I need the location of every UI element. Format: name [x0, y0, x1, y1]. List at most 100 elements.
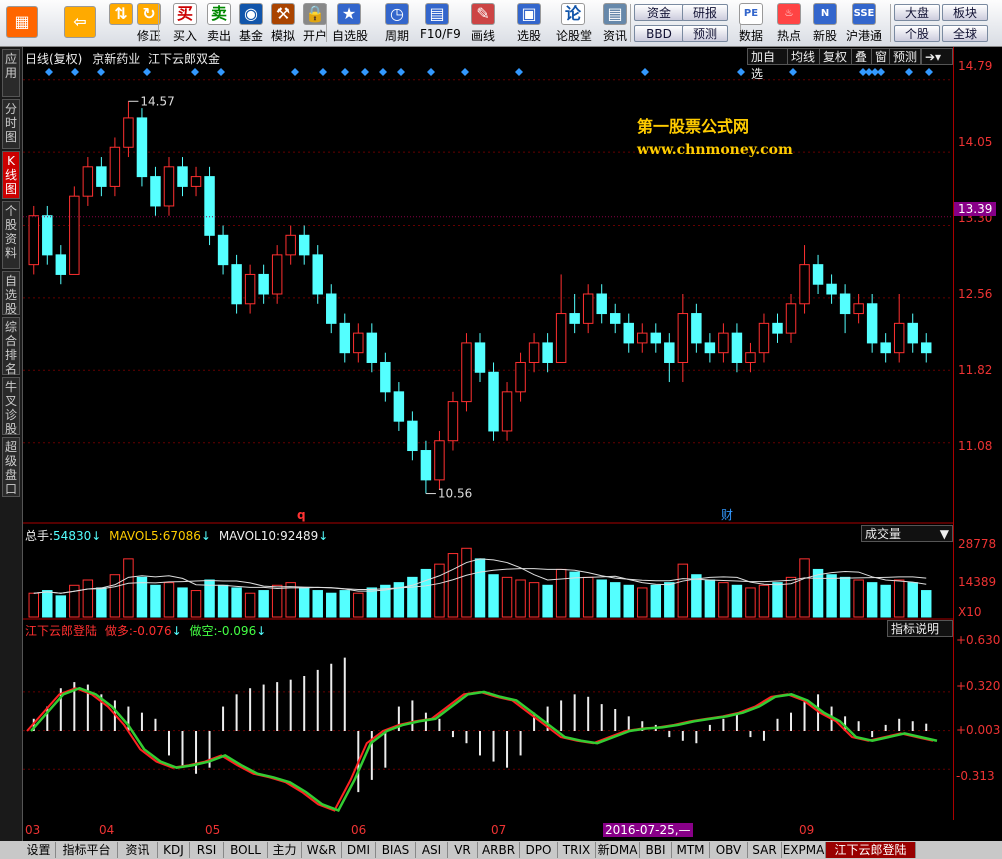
candle-body [339, 322, 351, 354]
toolbar-market-button-2[interactable]: 个股 [894, 25, 940, 42]
candle-body [434, 440, 445, 481]
toolbar-button-11[interactable]: ▤ F10/F9 [420, 2, 461, 44]
indicator-tab-18[interactable]: OBV [710, 842, 748, 858]
indicator-tab-12[interactable]: ARBR [478, 842, 520, 858]
candle-body [447, 401, 459, 442]
chart-top-button-1[interactable]: 均线 [787, 48, 821, 65]
indicator-tab-6[interactable]: 主力 [268, 842, 302, 858]
volume-bar [772, 582, 783, 618]
volume-bar [704, 579, 716, 618]
candle-body [866, 303, 878, 344]
toolbar-button-6[interactable]: ◉ 基金 [234, 2, 268, 44]
toolbar-button-1[interactable]: ⇦ [62, 2, 98, 44]
indicator-tab-3[interactable]: KDJ [158, 842, 190, 858]
up-down-arrow-icon: ⇅ [109, 3, 133, 25]
left-tab-2[interactable]: K线图 [2, 151, 20, 199]
chart-top-button-4[interactable]: 窗 [871, 48, 891, 65]
chart-top-button-0[interactable]: 加自选 [747, 48, 789, 81]
toolbar-button-10[interactable]: ◷ 周期 [380, 2, 414, 44]
indicator-tab-4[interactable]: RSI [190, 842, 224, 858]
indicator-tab-15[interactable]: 新DMA [596, 842, 640, 858]
indicator-tab-20[interactable]: EXPMA [782, 842, 826, 858]
toolbar-button-13[interactable]: ▣ 选股 [512, 2, 546, 44]
volume-bar [407, 576, 418, 618]
toolbar-market-button-3[interactable]: 全球 [942, 25, 988, 42]
toolbar-small-button-1[interactable]: BBD [634, 25, 684, 42]
indicator-tab-8[interactable]: DMI [342, 842, 376, 858]
chart-top-button-3[interactable]: 叠 [851, 48, 873, 65]
candle-body [542, 342, 553, 363]
volume-bar [555, 568, 567, 618]
toolbar-button-3[interactable]: ↻ 修正 [132, 2, 166, 44]
candle-body [258, 273, 269, 295]
indicator-tab-2[interactable]: 资讯 [118, 842, 158, 858]
left-tab-3[interactable]: 个股资料 [2, 201, 20, 269]
toolbar-small-button-2[interactable]: 研报 [682, 4, 728, 21]
event-diamond-icon [143, 68, 151, 76]
indicator-tab-9[interactable]: BIAS [376, 842, 416, 858]
toolbar-small-button-3[interactable]: 预测 [682, 25, 728, 42]
left-tab-7[interactable]: 超级盘口 [2, 437, 20, 497]
volume-panel-selector[interactable]: 成交量 ▼ [861, 525, 953, 542]
left-tab-0[interactable]: 应用 [2, 49, 20, 97]
chart-area[interactable]: 14.57 10.56 q 财 日线(复权) 京新药业 江下云郎双金 加自选 均线 复权叠… [23, 47, 953, 820]
left-tab-6[interactable]: 牛叉诊股 [2, 377, 20, 436]
toolbar-right-button-0[interactable]: PE 数据 [734, 2, 768, 44]
indicator-tab-17[interactable]: MTM [672, 842, 710, 858]
indicator-tab-19[interactable]: SAR [748, 842, 782, 858]
toolbar-button-12[interactable]: ✎ 画线 [466, 2, 500, 44]
toolbar-button-14[interactable]: 论论股堂 [556, 2, 592, 44]
volume-bar [420, 568, 432, 618]
volume-bar [758, 584, 770, 618]
volume-bar [163, 582, 175, 618]
toolbar-label: 修正 [136, 29, 161, 43]
chart-top-button-5[interactable]: 预测 [889, 48, 921, 65]
toolbar-market-button-0[interactable]: 大盘 [894, 4, 940, 21]
toolbar-separator [158, 4, 159, 42]
toolbar-right-button-3[interactable]: SSE 沪港通 [842, 2, 886, 44]
volume-bar [609, 582, 621, 618]
volume-bar [123, 558, 134, 618]
volume-bar [231, 587, 242, 618]
indicator-tab-7[interactable]: W&R [302, 842, 342, 858]
indicator-tick-label: +0.630 [956, 633, 1001, 647]
volume-bar [664, 582, 675, 618]
toolbar-button-0[interactable]: ▦ [4, 2, 40, 44]
date-tick-label: 04 [99, 823, 115, 837]
toolbar-label: 卖出 [206, 29, 231, 43]
indicator-tab-1[interactable]: 指标平台 [56, 842, 118, 858]
indicator-tick-label: +0.003 [956, 723, 1001, 737]
toolbar-right-button-1[interactable]: ♨ 热点 [772, 2, 806, 44]
date-tick-label: 03 [25, 823, 41, 837]
toolbar-button-4[interactable]: 买买入 [168, 2, 202, 44]
toolbar-label: 买入 [172, 29, 197, 43]
candle-body [515, 361, 526, 393]
indicator-tab-21[interactable]: 江下云郎登陆 [826, 842, 916, 858]
left-tab-4[interactable]: 自选股 [2, 271, 20, 316]
k-line-chart[interactable]: 14.57 10.56 q 财 [23, 47, 953, 820]
indicator-tab-13[interactable]: DPO [520, 842, 558, 858]
candle-body [326, 293, 337, 324]
chart-extra-menu-button[interactable]: ➔▾ [921, 48, 953, 65]
indicator-tab-0[interactable]: 设置 [22, 842, 56, 858]
left-tab-5[interactable]: 综合排名 [2, 317, 20, 376]
toolbar-small-button-0[interactable]: 资金 [634, 4, 684, 21]
indicator-tab-10[interactable]: ASI [416, 842, 448, 858]
candle-body [163, 166, 175, 207]
toolbar-market-button-1[interactable]: 板块 [942, 4, 988, 21]
indicator-tab-16[interactable]: BBI [640, 842, 672, 858]
toolbar-button-5[interactable]: 卖卖出 [202, 2, 236, 44]
left-tab-1[interactable]: 分时图 [2, 99, 20, 149]
toolbar-button-15[interactable]: ▤ 资讯 [598, 2, 632, 44]
indicator-help-button[interactable]: 指标说明 [887, 620, 953, 637]
chart-header: 日线(复权) 京新药业 江下云郎双金 [25, 50, 220, 67]
toolbar-button-7[interactable]: ⚒ 模拟 [266, 2, 300, 44]
indicator-tab-5[interactable]: BOLL [224, 842, 268, 858]
indicator-tab-11[interactable]: VR [448, 842, 478, 858]
candle-body [718, 332, 729, 354]
toolbar-right-button-2[interactable]: N 新股 [808, 2, 842, 44]
chart-top-button-2[interactable]: 复权 [819, 48, 853, 65]
toolbar-label: 选股 [516, 29, 541, 43]
indicator-tab-14[interactable]: TRIX [558, 842, 596, 858]
toolbar-button-9[interactable]: ★ 自选股 [332, 2, 368, 44]
